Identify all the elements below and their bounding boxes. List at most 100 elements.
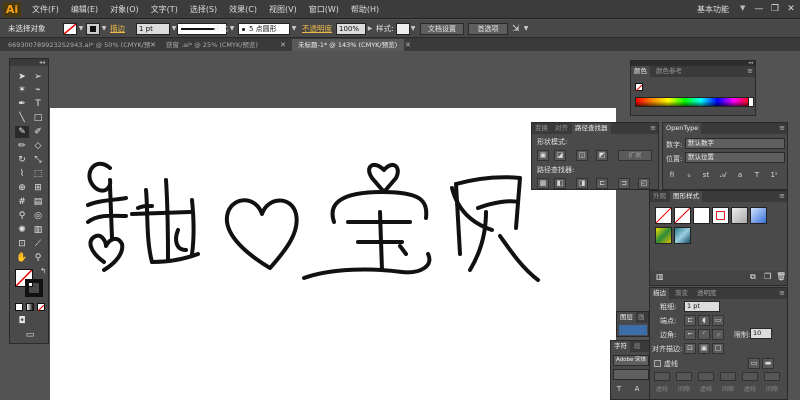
opacity-label[interactable]: 不透明度 — [302, 23, 332, 35]
rotate-tool-icon[interactable]: ↻ — [15, 154, 29, 166]
stylistic-icon[interactable]: a — [734, 171, 746, 182]
menu-view[interactable]: 视图(V) — [263, 0, 303, 19]
font-size-icon[interactable]: T — [613, 385, 625, 396]
swap-colors-icon[interactable]: ↰ — [36, 265, 50, 277]
leading-icon[interactable]: A — [631, 385, 643, 396]
dashed-line-checkbox[interactable] — [654, 360, 661, 367]
new-style-icon[interactable]: ⧉ — [750, 272, 756, 282]
direct-selection-tool-icon[interactable]: ➢ — [31, 71, 45, 83]
artboard-tool-icon[interactable]: ⊡ — [15, 238, 29, 250]
limit-input[interactable]: 10 — [750, 328, 772, 339]
stroke-swatch[interactable] — [86, 23, 100, 35]
tab-graphic-styles[interactable]: 图形样式 — [670, 191, 702, 202]
preferences-button[interactable]: 首选项 — [468, 23, 508, 35]
mesh-tool-icon[interactable]: # — [15, 196, 29, 208]
rectangle-tool-icon[interactable]: □ — [31, 112, 45, 124]
workspace-switcher[interactable]: 基本功能 — [697, 4, 729, 15]
none-mode-icon[interactable] — [37, 303, 45, 312]
blend-tool-icon[interactable]: ◎ — [31, 210, 45, 222]
style-swatch-3[interactable] — [693, 207, 710, 224]
tab-transparency[interactable]: 透明度 — [694, 288, 720, 299]
tab-pathfinder[interactable]: 路径查找器 — [572, 123, 611, 134]
library-icon[interactable]: ▥ — [656, 272, 664, 281]
warp-tool-icon[interactable]: ⌇ — [15, 168, 29, 180]
minus-back-icon[interactable]: ◰ — [638, 178, 650, 189]
tab-gradient[interactable]: 渐变 — [672, 288, 691, 299]
document-tab-1[interactable]: 6693007899232S2943.ai* @ 50% (CMYK/预览) — [2, 39, 150, 51]
slice-tool-icon[interactable]: ⟋ — [31, 238, 45, 250]
opacity-field[interactable]: 100% — [336, 23, 366, 35]
gradient-mode-icon[interactable] — [26, 303, 34, 311]
scale-tool-icon[interactable]: ⤡ — [31, 154, 45, 166]
brush-dropdown[interactable]: 5 点圆形 — [238, 23, 290, 35]
ligature-icon[interactable]: fi — [666, 171, 678, 182]
chevron-down-icon[interactable]: ▼ — [77, 23, 85, 35]
perspective-grid-tool-icon[interactable]: ⊞ — [31, 182, 45, 194]
panel-menu-icon[interactable]: ≡ — [779, 123, 785, 134]
intersect-icon[interactable]: ◫ — [576, 150, 588, 161]
fill-preview-icon[interactable] — [635, 83, 643, 92]
document-tab-3[interactable]: 未标题-1* @ 143% (CMYK/预览) — [292, 39, 404, 51]
gap-input-3[interactable] — [764, 372, 780, 381]
line-tool-icon[interactable]: ╲ — [15, 112, 29, 124]
butt-cap-icon[interactable]: ⊏ — [684, 315, 696, 326]
outline-icon[interactable]: ⊐ — [618, 178, 630, 189]
pencil-tool-icon[interactable]: ✏ — [15, 140, 29, 152]
style-swatch-2[interactable] — [674, 207, 691, 224]
align-center-icon[interactable]: ⊡ — [684, 343, 696, 354]
free-transform-tool-icon[interactable]: ⬚ — [31, 168, 45, 180]
restore-button[interactable]: ❐ — [768, 3, 782, 15]
close-icon[interactable]: ✕ — [150, 39, 156, 51]
column-graph-tool-icon[interactable]: ▥ — [31, 224, 45, 236]
style-swatch-8[interactable] — [674, 227, 691, 244]
style-swatch-default[interactable] — [655, 207, 672, 224]
chevron-down-icon[interactable]: ▼ — [100, 23, 108, 35]
paintbrush-tool-icon[interactable]: ✎ — [15, 126, 29, 138]
tab-transform[interactable]: 变换 — [532, 123, 551, 134]
dash-align-icon[interactable]: ▬ — [762, 358, 774, 369]
stroke-label[interactable]: 描边 — [110, 23, 125, 35]
symbol-sprayer-tool-icon[interactable]: ✺ — [15, 224, 29, 236]
dash-input-1[interactable] — [654, 372, 670, 381]
draw-mode-icon[interactable]: ◘ — [15, 315, 29, 327]
eraser-tool-icon[interactable]: ◇ — [31, 140, 45, 152]
contextual-icon[interactable]: ℴ — [683, 171, 695, 182]
chevron-down-icon[interactable]: ▼ — [228, 23, 236, 35]
ordinal-icon[interactable]: 1ˢ — [768, 171, 780, 182]
type-tool-icon[interactable]: T — [31, 98, 45, 110]
style-swatch-6[interactable] — [750, 207, 767, 224]
titling-icon[interactable]: T — [751, 171, 763, 182]
discretionary-icon[interactable]: st — [700, 171, 712, 182]
dash-input-3[interactable] — [742, 372, 758, 381]
tab-color-guide[interactable]: 颜色参考 — [653, 66, 685, 77]
panel-menu-icon[interactable]: ≡ — [747, 66, 753, 77]
new-item-icon[interactable]: ❐ — [764, 272, 771, 281]
font-family-dropdown[interactable]: Adobe 宋体 — [613, 355, 649, 366]
tab-character[interactable]: 字符 — [611, 341, 630, 352]
document-tab-2[interactable]: 获窗 .ai* @ 25% (CMYK/预览) — [160, 39, 278, 51]
zoom-tool-icon[interactable]: ⚲ — [31, 252, 45, 264]
round-cap-icon[interactable]: ◖ — [698, 315, 710, 326]
trash-icon[interactable]: 🗑 — [776, 272, 786, 281]
position-dropdown[interactable]: 默认位置 — [685, 152, 785, 163]
square-cap-icon[interactable]: ▭ — [712, 315, 724, 326]
shape-builder-tool-icon[interactable]: ⊕ — [15, 182, 29, 194]
merge-icon[interactable]: ◨ — [576, 178, 588, 189]
chevron-down-icon[interactable]: ▼ — [740, 4, 745, 12]
trim-icon[interactable]: ◧ — [554, 178, 566, 189]
menu-type[interactable]: 文字(T) — [145, 0, 184, 19]
gradient-tool-icon[interactable]: ▤ — [31, 196, 45, 208]
align-outside-icon[interactable]: □ — [712, 343, 724, 354]
layer-row[interactable] — [619, 325, 647, 335]
close-icon[interactable]: ✕ — [280, 39, 286, 51]
tab-stroke[interactable]: 描边 — [650, 288, 669, 299]
screen-mode-icon[interactable]: ▭ — [23, 329, 37, 341]
pen-tool-icon[interactable]: ✒ — [15, 98, 29, 110]
dash-input-2[interactable] — [698, 372, 714, 381]
menu-file[interactable]: 文件(F) — [26, 0, 65, 19]
close-icon[interactable]: ✕ — [405, 39, 411, 51]
style-swatch-7[interactable] — [655, 227, 672, 244]
style-swatch-4[interactable] — [712, 207, 729, 224]
menu-window[interactable]: 窗口(W) — [303, 0, 345, 19]
font-style-dropdown[interactable] — [613, 369, 649, 380]
